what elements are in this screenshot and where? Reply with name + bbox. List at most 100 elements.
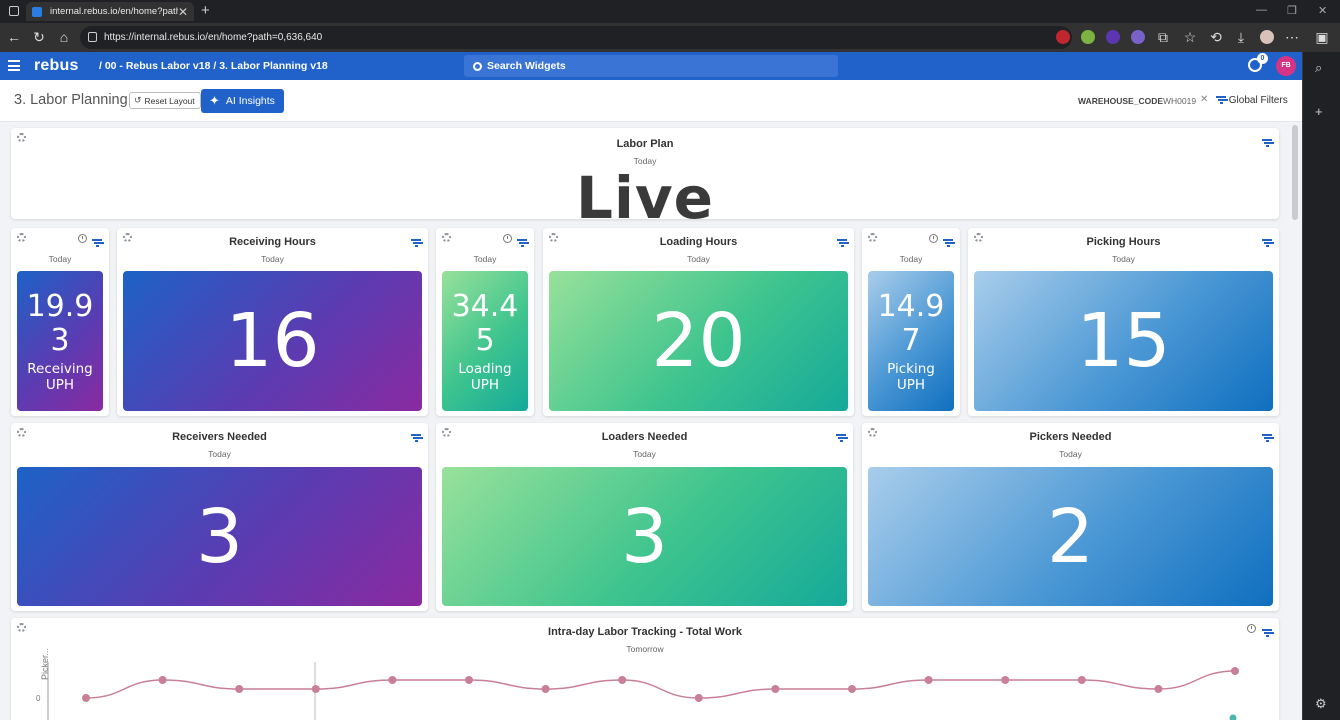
history-icon[interactable]: ⟲ bbox=[1208, 29, 1224, 46]
extension-badge-icon[interactable] bbox=[1131, 30, 1145, 44]
series-point-9[interactable] bbox=[771, 685, 780, 693]
series-point-3[interactable] bbox=[311, 685, 320, 693]
filter-value: WH0019 bbox=[1163, 96, 1197, 106]
sidebar-search-icon[interactable]: ⌕ bbox=[1315, 60, 1322, 76]
pickers-needed-card: Pickers Needed Today 2 bbox=[862, 423, 1279, 611]
widget-settings-icon[interactable] bbox=[442, 233, 451, 242]
labor-plan-status: Live bbox=[576, 164, 714, 232]
pickers-needed-tile: 2 bbox=[868, 467, 1273, 606]
picking-hours-tile: 15 bbox=[974, 271, 1273, 411]
site-favicon-icon bbox=[32, 6, 42, 17]
widget-filter-icon[interactable] bbox=[943, 234, 953, 252]
widget-settings-icon[interactable] bbox=[868, 233, 877, 242]
profile-avatar-icon[interactable] bbox=[1260, 30, 1274, 44]
new-tab-icon[interactable]: + bbox=[201, 2, 210, 19]
clock-icon[interactable] bbox=[929, 234, 938, 243]
series-point-1[interactable] bbox=[158, 676, 167, 684]
extensions-icon[interactable]: ⧉ bbox=[1155, 29, 1171, 46]
metric-value: 20 bbox=[651, 298, 746, 384]
widget-subtitle: Today bbox=[899, 254, 923, 264]
widget-filter-icon[interactable] bbox=[92, 234, 102, 252]
notification-badge: 0 bbox=[1257, 53, 1268, 64]
widget-title: Labor Plan bbox=[616, 138, 674, 150]
metric-label-line1: Picking bbox=[887, 360, 935, 377]
breadcrumb[interactable]: / 00 - Rebus Labor v18 / 3. Labor Planni… bbox=[99, 60, 328, 72]
global-filters-label: Global Filters bbox=[1228, 95, 1288, 106]
widget-title: Pickers Needed bbox=[1029, 431, 1112, 443]
downloads-icon[interactable]: ⤓ bbox=[1233, 29, 1249, 46]
series-point-2[interactable] bbox=[235, 685, 244, 693]
metric-value: 16 bbox=[225, 298, 320, 384]
series-point-0[interactable] bbox=[82, 694, 90, 702]
receiving-uph-card: Today 19.9 3 Receiving UPH bbox=[11, 228, 109, 416]
metric-value: 2 bbox=[1046, 493, 1095, 580]
extension-red-icon[interactable] bbox=[1056, 30, 1070, 44]
extension-green-icon[interactable] bbox=[1081, 30, 1095, 44]
favorites-icon[interactable]: ☆ bbox=[1182, 29, 1198, 46]
metric-label-line1: Receiving bbox=[27, 360, 93, 377]
menu-icon[interactable] bbox=[8, 60, 20, 71]
user-avatar[interactable]: FB bbox=[1276, 56, 1296, 76]
close-window-icon[interactable]: ✕ bbox=[1318, 4, 1327, 17]
metric-value: 15 bbox=[1076, 298, 1171, 384]
loaders-needed-card: Loaders Needed Today 3 bbox=[436, 423, 853, 611]
series-point-14[interactable] bbox=[1154, 685, 1163, 693]
page-scrollbar[interactable] bbox=[1292, 125, 1298, 220]
widget-settings-icon[interactable] bbox=[17, 233, 26, 242]
sidebar-toggle-icon[interactable]: ▣ bbox=[1314, 29, 1330, 46]
widget-title: Picking Hours bbox=[1086, 236, 1161, 248]
labor-plan-card: Labor Plan Today Live bbox=[11, 128, 1279, 232]
search-widgets-input[interactable]: Search Widgets bbox=[464, 55, 838, 77]
back-icon[interactable]: ← bbox=[6, 29, 22, 45]
loading-hours-tile: 20 bbox=[549, 271, 848, 411]
url-field[interactable]: https://internal.rebus.io/en/home?path=0… bbox=[80, 26, 1072, 49]
series-point-10[interactable] bbox=[848, 685, 856, 693]
reset-layout-label: Reset Layout bbox=[144, 95, 195, 106]
series-point-7[interactable] bbox=[618, 676, 627, 684]
remove-filter-icon[interactable]: ✕ bbox=[1200, 94, 1208, 105]
loading-uph-tile: 34.4 5 Loading UPH bbox=[442, 271, 528, 411]
series-point-11[interactable] bbox=[924, 676, 933, 684]
widget-filter-icon[interactable] bbox=[517, 234, 527, 252]
ai-insights-button[interactable]: ✦ AI Insights bbox=[201, 89, 284, 113]
metric-value-line2: 7 bbox=[901, 322, 921, 358]
page-toolbar: 3. Labor Planning ↺ Reset Layout ✦ AI In… bbox=[0, 80, 1302, 122]
series-point-12[interactable] bbox=[1001, 676, 1010, 684]
reset-layout-button[interactable]: ↺ Reset Layout bbox=[129, 92, 201, 109]
series-point-15[interactable] bbox=[1231, 667, 1239, 675]
secondary-series-point bbox=[1229, 714, 1237, 720]
restore-icon[interactable]: ❐ bbox=[1287, 4, 1297, 17]
series-point-5[interactable] bbox=[465, 676, 473, 684]
metric-value-line2: 5 bbox=[475, 322, 495, 358]
browser-sidebar: ⌕ + ⚙ bbox=[1302, 52, 1340, 720]
app-header: rebus / 00 - Rebus Labor v18 / 3. Labor … bbox=[0, 52, 1302, 80]
series-point-4[interactable] bbox=[388, 676, 397, 684]
series-point-8[interactable] bbox=[694, 694, 703, 702]
widget-subtitle: Today bbox=[633, 449, 656, 459]
minimize-icon[interactable]: — bbox=[1256, 4, 1267, 16]
metric-value-line1: 34.4 bbox=[451, 288, 519, 324]
series-point-13[interactable] bbox=[1077, 676, 1086, 684]
extension-purple-icon[interactable] bbox=[1106, 30, 1120, 44]
series-point-6[interactable] bbox=[541, 685, 550, 693]
sidebar-settings-icon[interactable]: ⚙ bbox=[1315, 696, 1327, 712]
metric-value-line1: 19.9 bbox=[26, 288, 94, 324]
clock-icon[interactable] bbox=[503, 234, 512, 243]
browser-tab-bar: internal.rebus.io/en/home?path= ✕ + — ❐ … bbox=[0, 0, 1340, 23]
clock-icon[interactable] bbox=[78, 234, 87, 243]
tab-actions-icon[interactable] bbox=[9, 6, 19, 16]
widget-subtitle: Today bbox=[48, 254, 72, 264]
tab-close-icon[interactable]: ✕ bbox=[178, 5, 188, 19]
global-filters-button[interactable]: Global Filters bbox=[1216, 95, 1288, 106]
home-icon[interactable]: ⌂ bbox=[56, 29, 72, 45]
more-options-icon[interactable]: ⋯ bbox=[1284, 29, 1300, 46]
receiving-hours-tile: 16 bbox=[123, 271, 422, 411]
sidebar-add-icon[interactable]: + bbox=[1315, 104, 1323, 119]
browser-address-bar: ← ↻ ⌂ https://internal.rebus.io/en/home?… bbox=[0, 23, 1340, 52]
loading-uph-card: Today 34.4 5 Loading UPH bbox=[436, 228, 534, 416]
app-logo[interactable]: rebus bbox=[34, 57, 79, 75]
widget-subtitle: Today bbox=[473, 254, 497, 264]
refresh-icon[interactable]: ↻ bbox=[31, 29, 47, 46]
browser-tab[interactable]: internal.rebus.io/en/home?path= ✕ bbox=[26, 2, 194, 21]
widget-subtitle: Today bbox=[261, 254, 284, 264]
